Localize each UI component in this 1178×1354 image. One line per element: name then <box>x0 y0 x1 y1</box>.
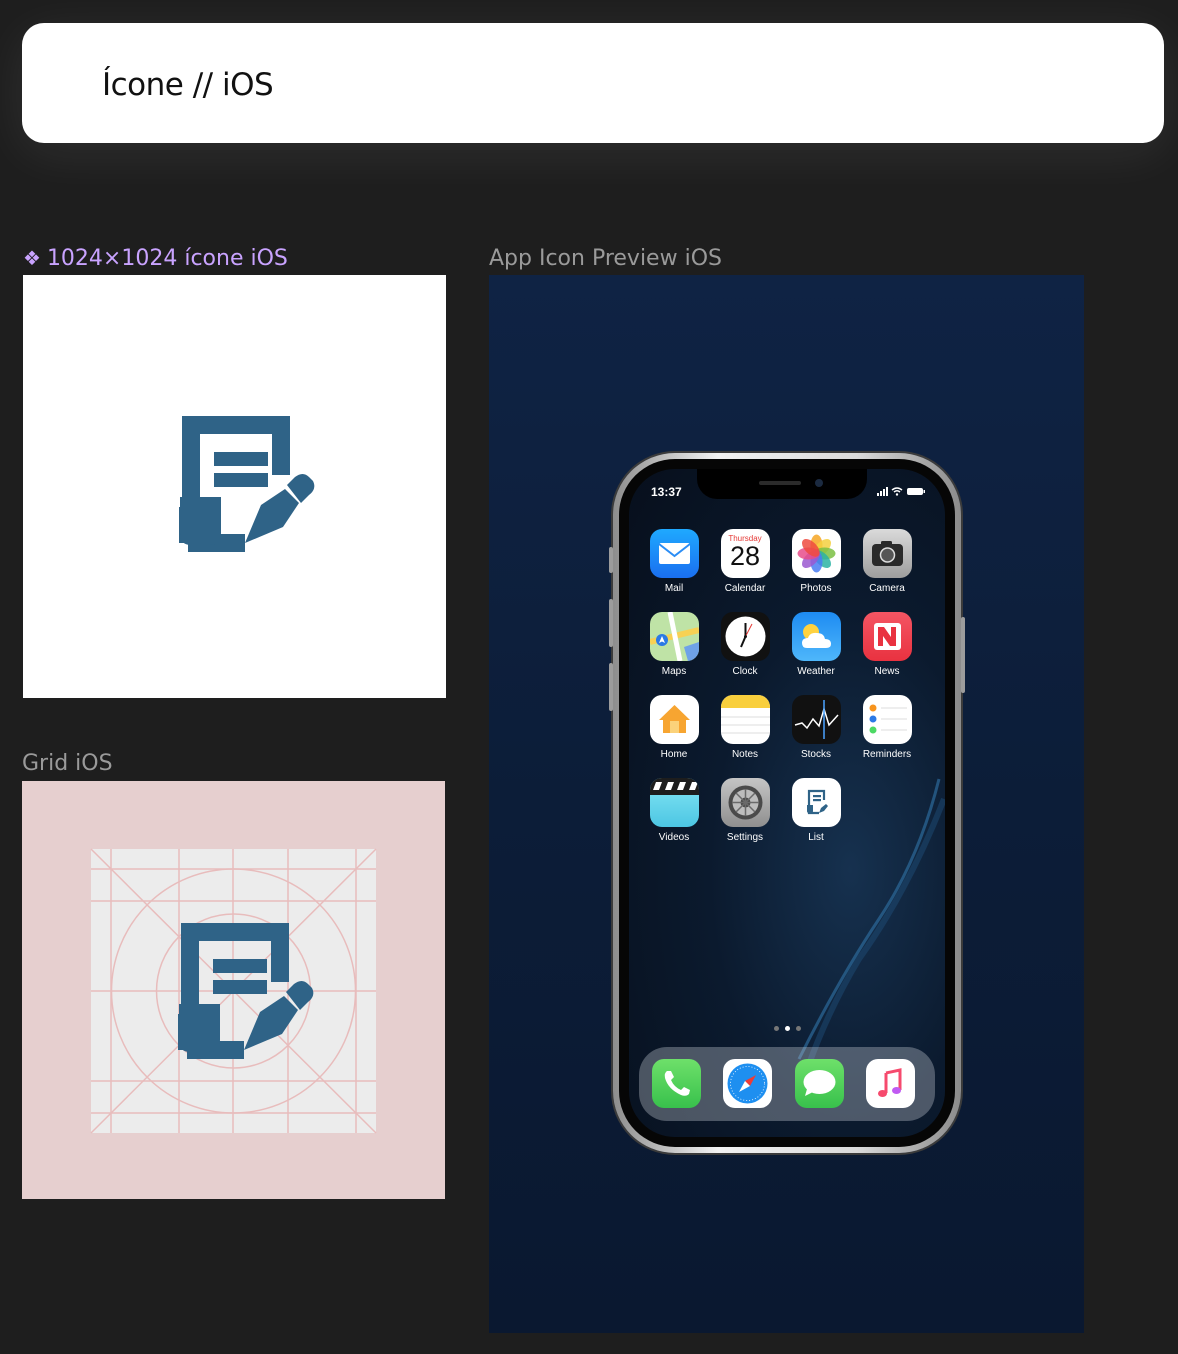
photos-icon <box>791 529 841 578</box>
calendar-icon: Thursday 28 <box>720 529 770 578</box>
calendar-date: 28 <box>729 541 761 571</box>
page-title: Ícone // iOS <box>102 67 274 103</box>
grid-frame[interactable] <box>22 781 445 1199</box>
app-reminders[interactable]: Reminders <box>857 695 917 760</box>
icon-frame-label[interactable]: ❖ 1024×1024 ícone iOS <box>23 246 288 271</box>
app-home[interactable]: Home <box>644 695 704 760</box>
app-label: Reminders <box>862 749 912 760</box>
page-dots <box>629 1018 945 1036</box>
mail-icon <box>649 529 699 578</box>
app-notes[interactable]: Notes <box>715 695 775 760</box>
notch <box>697 469 867 499</box>
app-label: List <box>808 832 824 843</box>
notes-icon <box>720 695 770 744</box>
dock <box>639 1047 935 1121</box>
app-icon-frame[interactable] <box>23 275 446 698</box>
iphone-mockup: 13:37 Mail Thursday 28 Calendar Photos C… <box>613 453 961 1153</box>
app-calendar[interactable]: Thursday 28 Calendar <box>715 529 775 594</box>
reminders-icon <box>862 695 912 744</box>
app-mail[interactable]: Mail <box>644 529 704 594</box>
app-icon-preview-frame[interactable]: 13:37 Mail Thursday 28 Calendar Photos C… <box>489 275 1084 1333</box>
app-label: Stocks <box>800 749 831 760</box>
app-label: Settings <box>726 832 764 843</box>
app-label: News <box>874 666 900 677</box>
app-label: Camera <box>869 583 905 594</box>
videos-icon <box>649 778 699 827</box>
volume-up-button <box>609 599 613 647</box>
weather-icon <box>791 612 841 661</box>
mute-switch <box>609 547 613 573</box>
app-photos[interactable]: Photos <box>786 529 846 594</box>
maps-icon <box>649 612 699 661</box>
app-label: Maps <box>661 666 687 677</box>
app-maps[interactable]: Maps <box>644 612 704 677</box>
app-label: Videos <box>658 832 690 843</box>
page-header: Ícone // iOS <box>22 23 1164 143</box>
component-icon: ❖ <box>23 246 41 270</box>
app-news[interactable]: News <box>857 612 917 677</box>
preview-frame-label[interactable]: App Icon Preview iOS <box>489 246 722 271</box>
status-time: 13:37 <box>651 485 682 499</box>
music-icon[interactable] <box>866 1059 915 1108</box>
status-icons <box>877 486 927 499</box>
signal-wifi-battery-icon <box>877 487 925 496</box>
app-weather[interactable]: Weather <box>786 612 846 677</box>
app-label: Photos <box>800 583 832 594</box>
ios-icon-grid <box>90 848 377 1134</box>
app-label: Calendar <box>724 583 766 594</box>
phone-icon[interactable] <box>652 1059 701 1108</box>
side-button <box>961 617 965 693</box>
list-app-icon <box>791 778 841 827</box>
app-settings[interactable]: Settings <box>715 778 775 843</box>
app-label: Home <box>660 749 688 760</box>
app-label: Mail <box>664 583 684 594</box>
home-screen: 13:37 Mail Thursday 28 Calendar Photos C… <box>629 469 945 1137</box>
clock-icon <box>720 612 770 661</box>
stocks-icon <box>791 695 841 744</box>
app-clock[interactable]: Clock <box>715 612 775 677</box>
camera-icon <box>862 529 912 578</box>
grid-frame-label[interactable]: Grid iOS <box>22 751 113 776</box>
safari-icon[interactable] <box>723 1059 772 1108</box>
app-label: Notes <box>731 749 759 760</box>
messages-icon[interactable] <box>795 1059 844 1108</box>
app-label: Weather <box>797 666 835 677</box>
app-label: Clock <box>732 666 758 677</box>
list-app-icon <box>179 416 315 552</box>
home-icon <box>649 695 699 744</box>
volume-down-button <box>609 663 613 711</box>
settings-icon <box>720 778 770 827</box>
app-list[interactable]: List <box>786 778 846 843</box>
news-icon <box>862 612 912 661</box>
app-stocks[interactable]: Stocks <box>786 695 846 760</box>
icon-frame-label-text: 1024×1024 ícone iOS <box>46 246 288 271</box>
app-camera[interactable]: Camera <box>857 529 917 594</box>
app-videos[interactable]: Videos <box>644 778 704 843</box>
